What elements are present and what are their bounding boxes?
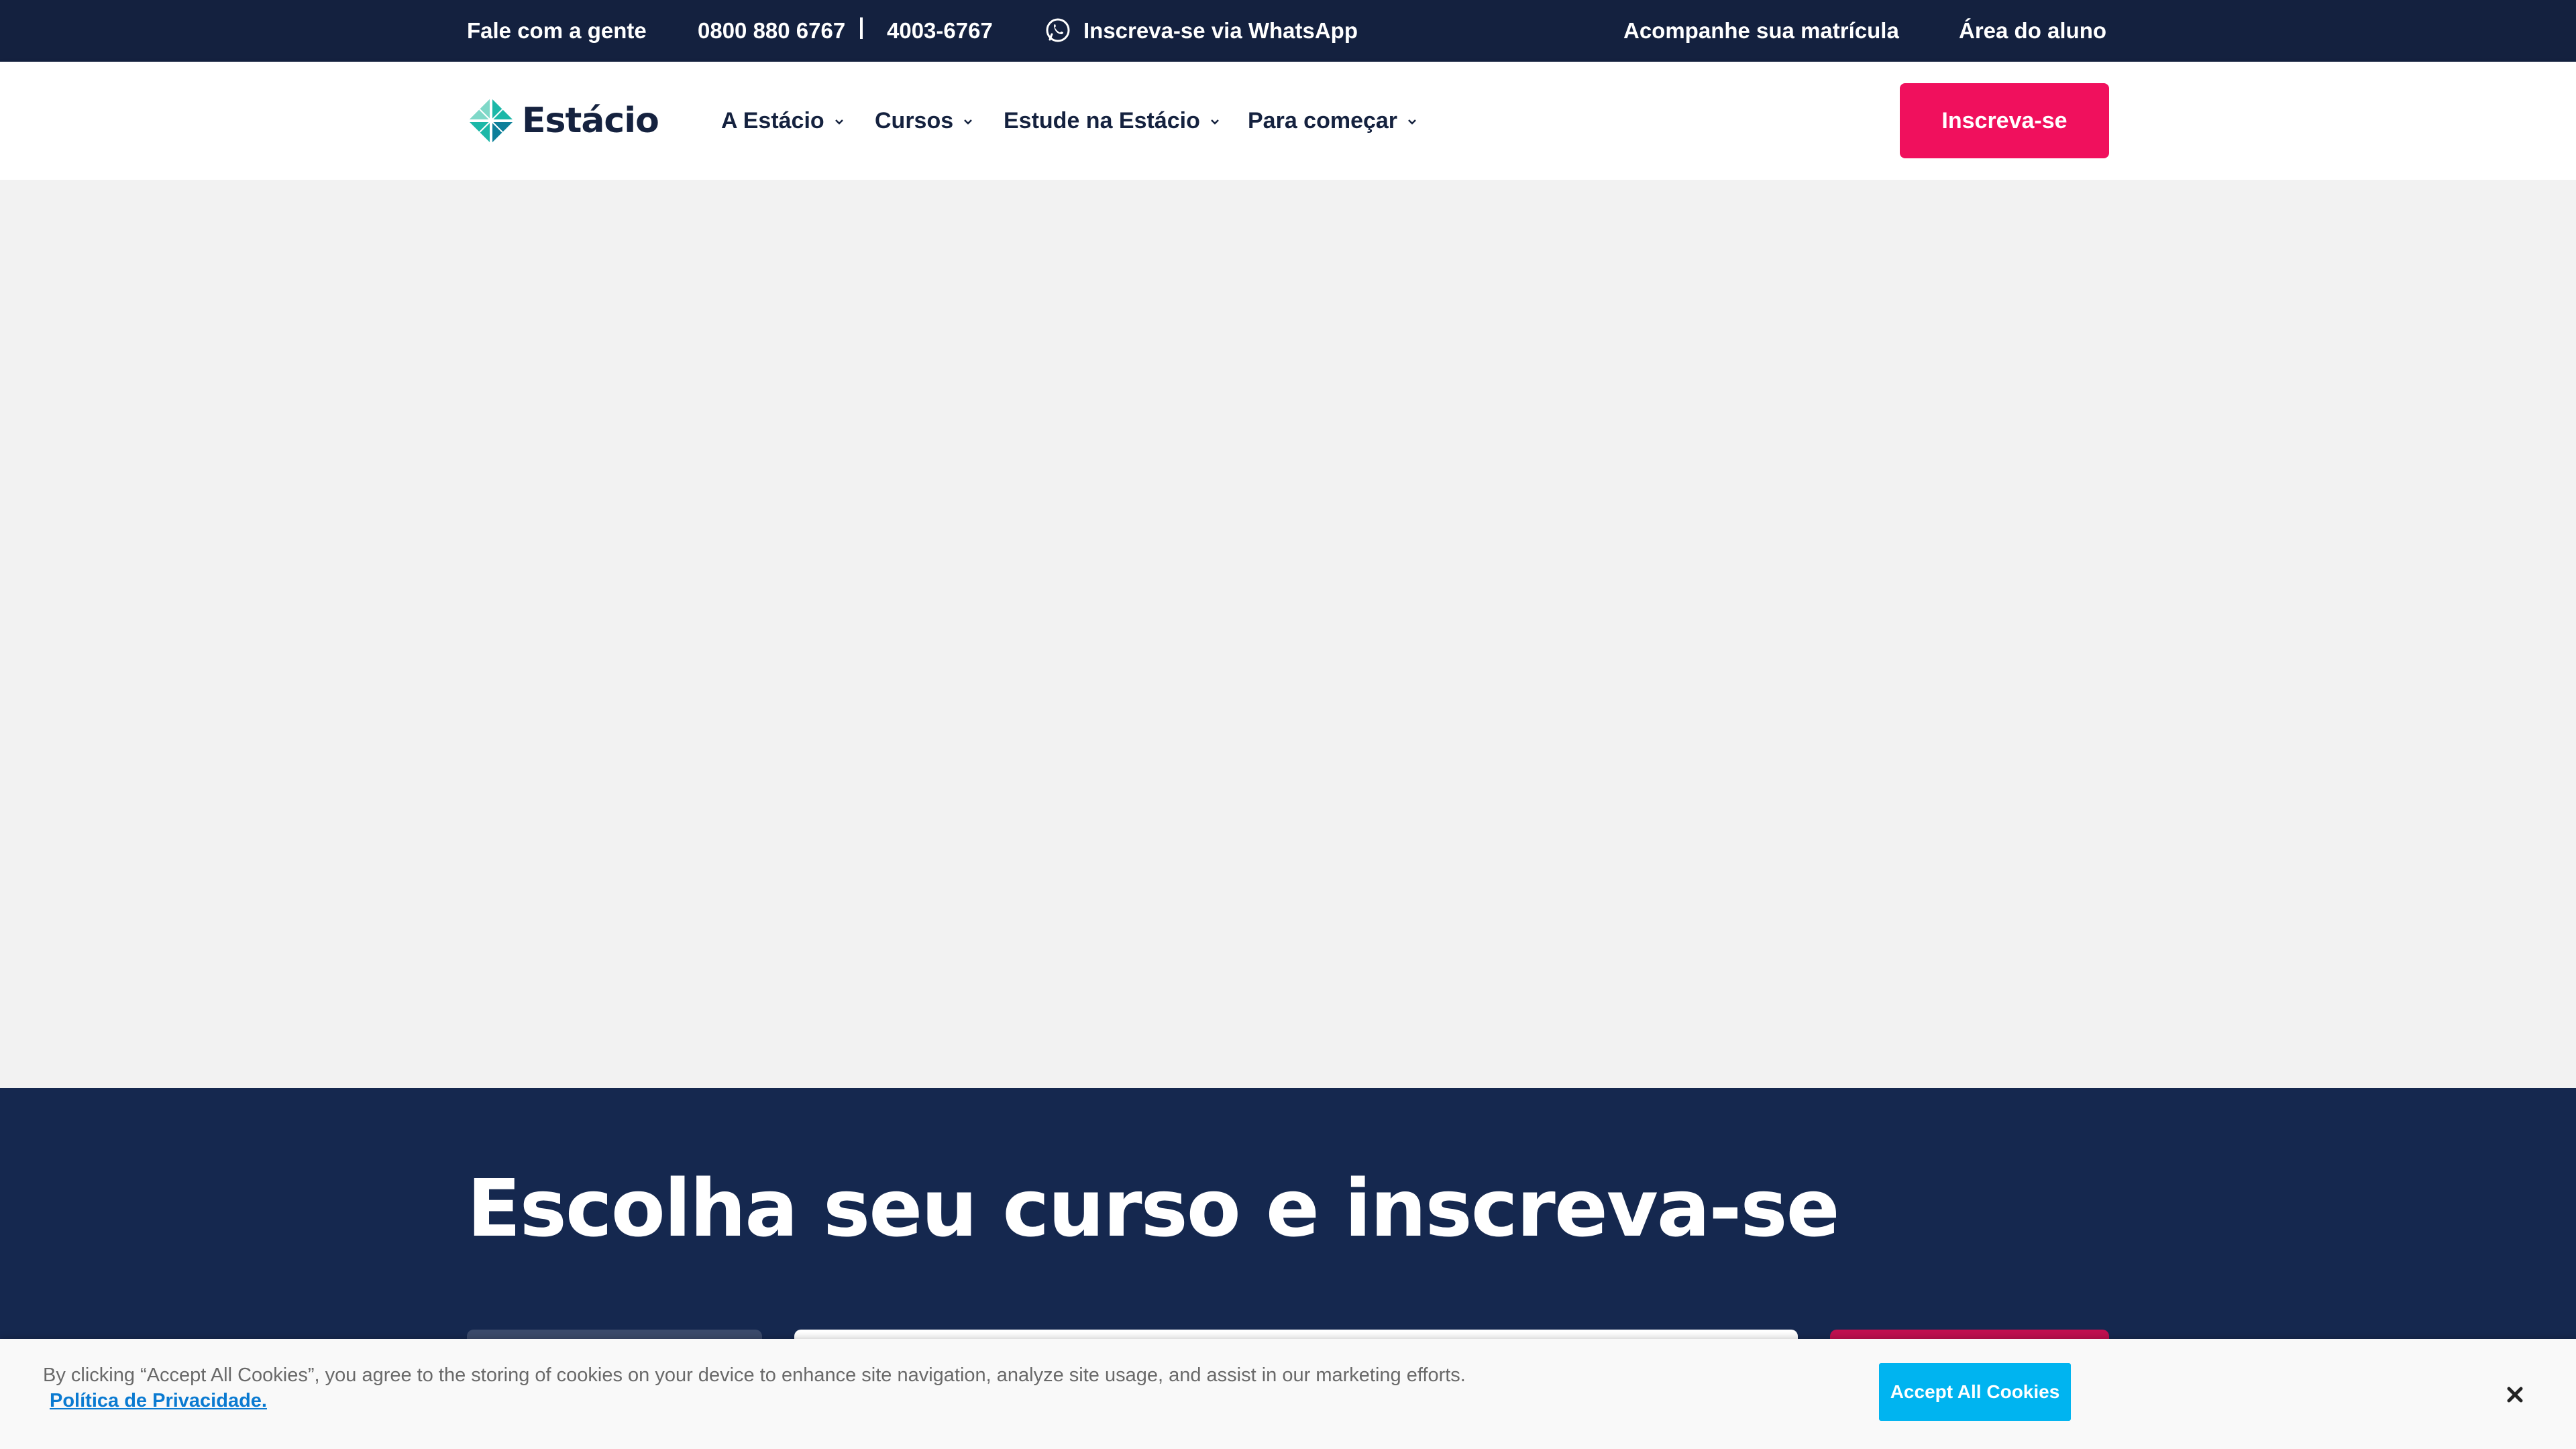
nav-label: A Estácio bbox=[721, 108, 824, 133]
nav-label: Para começar bbox=[1248, 108, 1398, 133]
accept-cookies-button[interactable]: Accept All Cookies bbox=[1879, 1363, 2071, 1421]
chevron-down-icon bbox=[1210, 119, 1219, 125]
hero-banner bbox=[0, 180, 2576, 1088]
privacy-policy-link[interactable]: Política de Privacidade. bbox=[50, 1390, 267, 1412]
chevron-down-icon bbox=[964, 119, 973, 125]
phone-separator bbox=[860, 17, 863, 39]
signup-button[interactable]: Inscreva-se bbox=[1900, 83, 2109, 158]
top-utility-bar: Fale com a gente 0800 880 6767 4003-6767… bbox=[0, 0, 2576, 62]
chevron-down-icon bbox=[835, 119, 843, 125]
cookie-message: By clicking “Accept All Cookies”, you ag… bbox=[43, 1364, 1466, 1386]
whatsapp-icon[interactable] bbox=[1044, 17, 1071, 44]
nav-a-estacio[interactable]: A Estácio bbox=[721, 62, 846, 180]
close-icon[interactable] bbox=[2498, 1378, 2532, 1411]
student-area-link[interactable]: Área do aluno bbox=[1959, 0, 2106, 62]
cookie-banner: By clicking “Accept All Cookies”, you ag… bbox=[0, 1339, 2576, 1449]
nav-label: Cursos bbox=[875, 108, 954, 133]
nav-cursos[interactable]: Cursos bbox=[875, 62, 975, 180]
nav-label: Estude na Estácio bbox=[1004, 108, 1200, 133]
chevron-down-icon bbox=[1408, 119, 1416, 125]
phone-link-2[interactable]: 4003-6767 bbox=[887, 0, 993, 62]
track-enrollment-link[interactable]: Acompanhe sua matrícula bbox=[1623, 0, 1899, 62]
nav-para-comecar[interactable]: Para começar bbox=[1248, 62, 1419, 180]
main-header: Estácio A Estácio Cursos Estude na Estác… bbox=[0, 62, 2576, 180]
logo-text: Estácio bbox=[522, 101, 659, 141]
nav-estude-na-estacio[interactable]: Estude na Estácio bbox=[1004, 62, 1222, 180]
phone-link-1[interactable]: 0800 880 6767 bbox=[698, 0, 845, 62]
contact-label: Fale com a gente bbox=[467, 18, 647, 43]
logo-mark-icon bbox=[468, 98, 514, 144]
whatsapp-link[interactable]: Inscreva-se via WhatsApp bbox=[1083, 0, 1358, 62]
section-title: Escolha seu curso e inscreva-se bbox=[467, 1162, 1840, 1254]
